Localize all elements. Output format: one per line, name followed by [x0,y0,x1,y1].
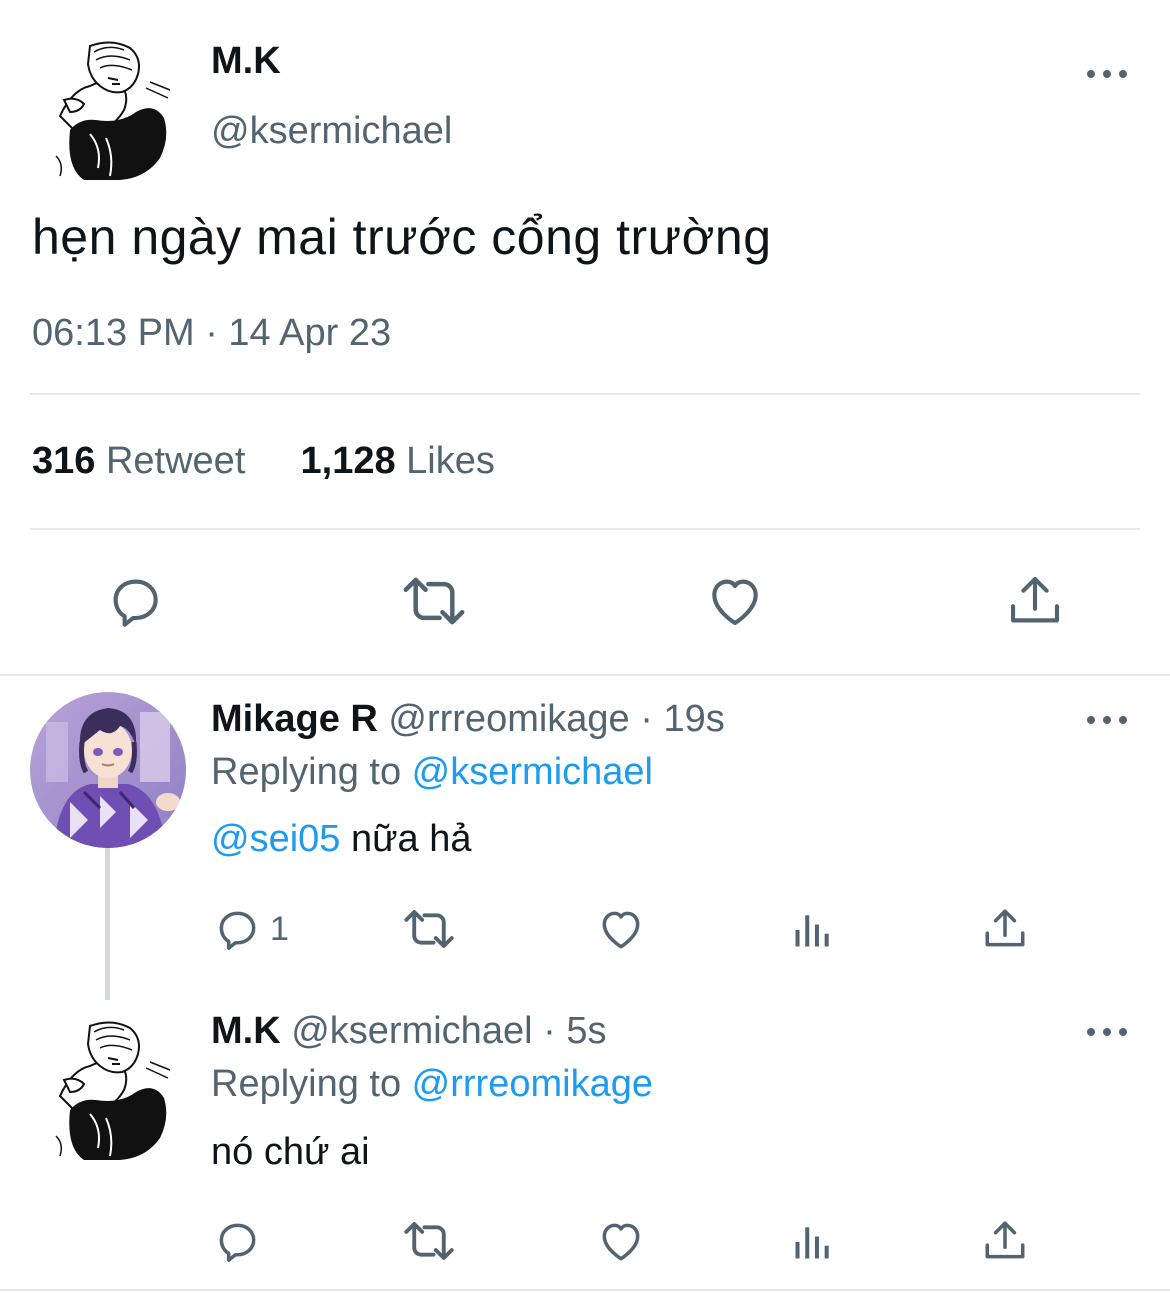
divider [30,393,1140,395]
reply-body: nữa hả [340,818,472,860]
analytics-icon[interactable] [790,908,834,952]
author-avatar[interactable] [50,38,172,180]
replying-to-link[interactable]: @rrreomikage [412,1063,653,1105]
share-icon[interactable] [980,904,1030,954]
author-handle[interactable]: @ksermichael [211,110,452,153]
reply-author-avatar[interactable] [50,1018,172,1160]
reply-handle[interactable]: @ksermichael [291,1010,532,1052]
reply-display-name[interactable]: M.K [211,1010,281,1052]
more-options-icon[interactable] [1087,708,1127,732]
like-count: 1,128 [300,440,396,482]
reply-button[interactable]: 1 [212,904,289,954]
reply-icon[interactable] [104,570,166,632]
replying-to: Replying to @rrreomikage [211,1063,653,1106]
like-label: Likes [406,440,495,482]
reply-header: Mikage R @rrreomikage · 19s [211,698,725,741]
retweet-stat[interactable]: 316 Retweet [32,440,256,482]
retweet-label: Retweet [105,440,246,482]
replying-prefix: Replying to [211,1063,412,1105]
share-icon[interactable] [1004,570,1066,632]
tweet-timestamp[interactable]: 06:13 PM · 14 Apr 23 [32,312,391,355]
divider [30,528,1140,530]
reply-separator: · [532,1010,567,1052]
share-icon[interactable] [980,1216,1030,1266]
reply-header: M.K @ksermichael · 5s [211,1010,606,1053]
tweet-text: hẹn ngày mai trước cổng trường [32,209,772,265]
reply-author-avatar[interactable] [30,692,186,848]
reply-handle[interactable]: @rrreomikage [388,698,629,740]
divider [0,1289,1170,1291]
replying-to-link[interactable]: @ksermichael [412,751,653,793]
reply-time[interactable]: 5s [566,1010,606,1052]
reply-time[interactable]: 19s [663,698,724,740]
retweet-icon[interactable] [400,570,468,632]
like-icon[interactable] [704,570,766,632]
author-display-name[interactable]: M.K [211,40,281,83]
reply-separator: · [629,698,664,740]
reply-count: 1 [270,909,289,948]
analytics-icon[interactable] [790,1220,834,1264]
reply-display-name[interactable]: Mikage R [211,698,378,740]
tweet-stats: 316 Retweet 1,128 Likes [32,440,495,483]
like-icon[interactable] [596,904,646,954]
retweet-count: 316 [32,440,96,482]
more-options-icon[interactable] [1087,1020,1127,1044]
thread-connector-line [105,848,110,1000]
more-options-icon[interactable] [1087,62,1127,86]
reply-icon[interactable] [212,1216,262,1266]
retweet-icon[interactable] [400,1216,458,1266]
like-icon[interactable] [596,1216,646,1266]
reply-icon [219,911,256,950]
mention-link[interactable]: @sei05 [211,818,340,860]
retweet-icon[interactable] [400,904,458,954]
reply-text: nó chứ ai [211,1131,370,1173]
replying-prefix: Replying to [211,751,412,793]
replying-to: Replying to @ksermichael [211,751,653,794]
like-stat[interactable]: 1,128 Likes [301,440,495,482]
divider [0,674,1170,676]
reply-text: @sei05 nữa hả [211,818,472,861]
